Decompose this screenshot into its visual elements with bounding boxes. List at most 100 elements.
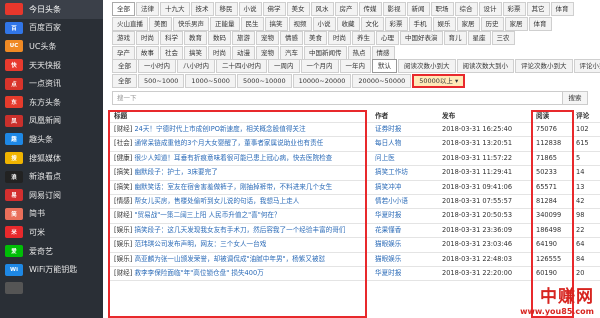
sidebar-item-2[interactable]: UC UC头条 <box>0 37 103 56</box>
sidebar-item-0[interactable]: 今日头条 <box>0 0 103 19</box>
category-tag[interactable]: 影视 <box>382 2 406 16</box>
category-tag[interactable]: 时尚 <box>136 31 159 45</box>
article-title-link[interactable]: 高亚麟为张一山颁发荣誉，却被调侃成"油腻中年男"，杨紫又被怼 <box>134 255 325 263</box>
article-title-link[interactable]: 范玮琪公司发布声明，网友：三个女人一台戏 <box>134 240 266 248</box>
category-tag[interactable]: 时尚 <box>328 31 351 45</box>
author-link[interactable]: 花果懂香 <box>375 224 435 237</box>
category-tag[interactable]: 体育 <box>528 16 552 31</box>
category-tag[interactable]: 动漫 <box>232 45 255 60</box>
read-filter-option[interactable]: 10000~20000 <box>292 74 352 88</box>
read-filter-option[interactable]: 50000以上 ▾ <box>412 74 466 88</box>
article-title-link[interactable]: 救李李保险面临"年"高位锁仓盘" 损失400万 <box>134 269 263 277</box>
category-tag[interactable]: 美食 <box>304 31 327 45</box>
category-tag[interactable]: 传媒 <box>358 2 382 16</box>
category-tag[interactable]: 快乐男声 <box>173 16 209 31</box>
category-tag[interactable]: 手机 <box>408 16 432 31</box>
category-tag[interactable]: 历史 <box>480 16 504 31</box>
category-tag[interactable]: 收藏 <box>336 16 360 31</box>
category-tag[interactable]: 心理 <box>376 31 399 45</box>
category-tag[interactable]: 其它 <box>526 2 550 16</box>
category-tag[interactable]: 彩票 <box>502 2 526 16</box>
sidebar-item-1[interactable]: 百百度百家 <box>0 19 103 38</box>
read-filter-option[interactable]: 5000~10000 <box>236 74 292 88</box>
category-tag[interactable]: 情感 <box>280 31 303 45</box>
author-link[interactable]: 每日人物 <box>375 137 435 150</box>
author-link[interactable]: 猫眼娱乐 <box>375 253 435 266</box>
category-tag[interactable]: 养生 <box>352 31 375 45</box>
sidebar-item-13[interactable]: 爱爱奇艺 <box>0 242 103 261</box>
sidebar-item-10[interactable]: 易网易订阅 <box>0 186 103 205</box>
category-tag[interactable]: 文化 <box>360 16 384 31</box>
time-filter-option[interactable]: 阅读次数大到小 <box>456 59 514 73</box>
category-tag[interactable]: 汽车 <box>280 45 303 60</box>
author-link[interactable]: 情若小小语 <box>375 195 435 208</box>
category-tag[interactable]: 娱乐 <box>432 16 456 31</box>
category-tag[interactable]: 火山直播 <box>112 16 148 31</box>
search-input[interactable]: 搜一下 <box>112 91 567 105</box>
article-title-link[interactable]: 很少人知道！耳垂有折痕意味着很可能已患上冠心病，快去医院检查 <box>134 154 332 162</box>
category-tag[interactable]: 育儿 <box>443 31 467 45</box>
author-link[interactable]: 华夏时报 <box>375 267 435 280</box>
author-link[interactable]: 猫眼娱乐 <box>375 238 435 251</box>
category-tag[interactable]: 小说 <box>312 16 336 31</box>
category-tag[interactable]: 时尚 <box>208 45 231 60</box>
article-title-link[interactable]: 幽默段子：护士，3床要完了 <box>134 168 217 176</box>
sidebar-item-4[interactable]: 点一点资讯 <box>0 74 103 93</box>
sidebar-item-15[interactable] <box>0 279 103 298</box>
category-tag[interactable]: 房产 <box>334 2 358 16</box>
category-tag[interactable]: 移民 <box>214 2 238 16</box>
sidebar-item-7[interactable]: 趣趣头条 <box>0 130 103 149</box>
category-tag[interactable]: 技术 <box>190 2 214 16</box>
time-filter-option[interactable]: 默认 <box>372 59 397 73</box>
read-filter-option[interactable]: 500~1000 <box>138 74 185 88</box>
time-filter-option[interactable]: 评论次数小到大 <box>515 59 573 73</box>
category-tag[interactable]: 搞笑 <box>184 45 207 60</box>
category-tag[interactable]: 孕产 <box>112 45 135 60</box>
category-tag[interactable]: 风水 <box>310 2 334 16</box>
category-tag[interactable]: 佛学 <box>262 2 286 16</box>
time-filter-option[interactable]: 全部 <box>112 59 137 73</box>
category-tag[interactable]: 小说 <box>238 2 262 16</box>
category-tag[interactable]: 教育 <box>184 31 207 45</box>
category-tag[interactable]: 数码 <box>208 31 231 45</box>
category-tag[interactable]: 视频 <box>288 16 312 31</box>
sidebar-item-3[interactable]: 快天天快报 <box>0 56 103 75</box>
category-tag[interactable]: 宠物 <box>256 45 279 60</box>
category-tag[interactable]: 彩票 <box>384 16 408 31</box>
sidebar-item-9[interactable]: 浪新浪看点 <box>0 167 103 186</box>
author-link[interactable]: 搞笑工作坊 <box>375 166 435 179</box>
author-link[interactable]: 问上医 <box>375 152 435 165</box>
sidebar-item-8[interactable]: 搜搜狐媒体 <box>0 149 103 168</box>
article-title-link[interactable]: 搞笑段子：这几天发现我女友有手术刀，然后容我了一个经验丰富的哥们 <box>134 226 345 234</box>
category-tag[interactable]: 十九大 <box>160 2 190 16</box>
category-tag[interactable]: 美女 <box>286 2 310 16</box>
category-tag[interactable]: 体育 <box>550 2 574 16</box>
category-tag[interactable]: 正能量 <box>210 16 240 31</box>
category-tag[interactable]: 科学 <box>160 31 183 45</box>
category-tag[interactable]: 民生 <box>240 16 264 31</box>
article-title-link[interactable]: 24天！宁德时代上市成创IPO新速度，相关概念股值得关注 <box>134 125 305 133</box>
category-tag[interactable]: 宠物 <box>256 31 279 45</box>
category-tag[interactable]: 情感 <box>371 45 395 60</box>
category-tag[interactable]: 法律 <box>136 2 159 16</box>
read-filter-option[interactable]: 20000~50000 <box>352 74 412 88</box>
time-filter-option[interactable]: 一个月内 <box>300 59 339 73</box>
category-tag[interactable]: 全部 <box>112 2 135 16</box>
time-filter-option[interactable]: 八小时内 <box>177 59 215 73</box>
author-link[interactable]: 华夏时报 <box>375 209 435 222</box>
category-tag[interactable]: 综合 <box>454 2 478 16</box>
sidebar-item-5[interactable]: 东东方头条 <box>0 93 103 112</box>
category-tag[interactable]: 设计 <box>478 2 502 16</box>
time-filter-option[interactable]: 一周内 <box>268 59 300 73</box>
category-tag[interactable]: 新闻 <box>406 2 430 16</box>
category-tag[interactable]: 故事 <box>136 45 159 60</box>
sidebar-item-12[interactable]: 米可米 <box>0 223 103 242</box>
category-tag[interactable]: 游戏 <box>112 31 135 45</box>
article-title-link[interactable]: 帮女儿买房，售楼处偷听到女儿说的句话，我想马上走人 <box>134 197 299 205</box>
category-tag[interactable]: 搞笑 <box>264 16 288 31</box>
category-tag[interactable]: 中国好表演 <box>400 31 443 45</box>
sidebar-item-14[interactable]: Wi WiFi万能钥匙 <box>0 260 103 279</box>
category-tag[interactable]: 三农 <box>491 31 515 45</box>
category-tag[interactable]: 社会 <box>160 45 183 60</box>
category-tag[interactable]: 家居 <box>504 16 528 31</box>
